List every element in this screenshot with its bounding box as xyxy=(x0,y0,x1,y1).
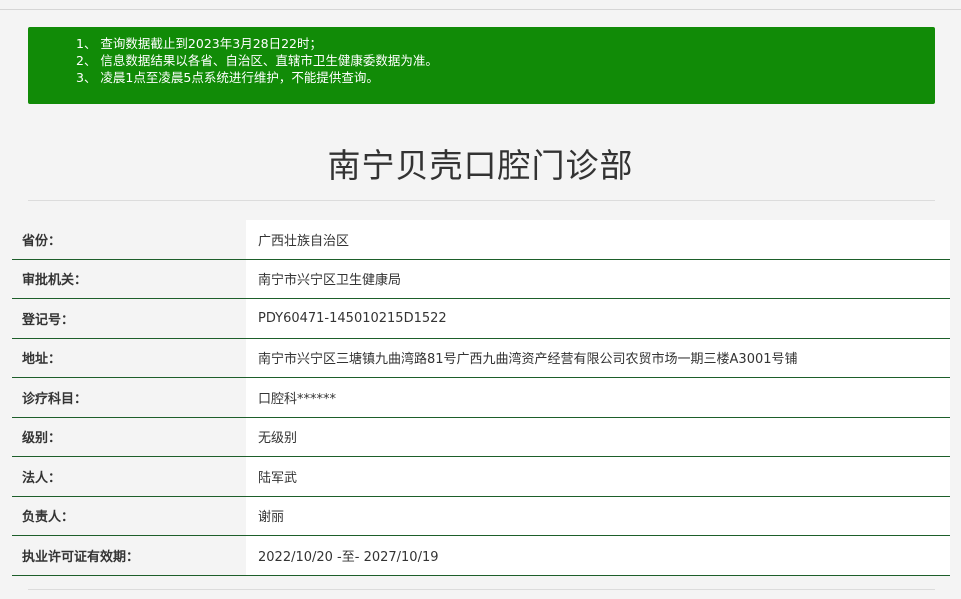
table-row-province: 省份： 广西壮族自治区 xyxy=(12,220,950,260)
row-value: PDY60471-145010215D1522 xyxy=(246,299,950,338)
row-label: 执业许可证有效期： xyxy=(12,536,246,575)
top-divider xyxy=(0,9,961,10)
notice-line-3: 3、 凌晨1点至凌晨5点系统进行维护，不能提供查询。 xyxy=(76,70,379,85)
row-label: 登记号： xyxy=(12,299,246,338)
notice-line-2: 2、 信息数据结果以各省、自治区、直辖市卫生健康委数据为准。 xyxy=(76,53,438,68)
row-value: 南宁市兴宁区卫生健康局 xyxy=(246,259,950,298)
row-value: 广西壮族自治区 xyxy=(246,220,950,259)
row-label: 地址： xyxy=(12,338,246,377)
info-table: 省份： 广西壮族自治区 审批机关： 南宁市兴宁区卫生健康局 登记号： PDY60… xyxy=(12,220,950,576)
table-row-departments: 诊疗科目： 口腔科****** xyxy=(12,378,950,418)
bottom-divider xyxy=(28,589,935,590)
table-row-address: 地址： 南宁市兴宁区三塘镇九曲湾路81号广西九曲湾资产经营有限公司农贸市场一期三… xyxy=(12,338,950,378)
row-value: 陆军武 xyxy=(246,457,950,496)
row-label: 诊疗科目： xyxy=(12,378,246,417)
row-label: 级别： xyxy=(12,417,246,456)
row-label: 省份： xyxy=(12,220,246,259)
table-row-level: 级别： 无级别 xyxy=(12,417,950,457)
notice-line-1: 1、 查询数据截止到2023年3月28日22时； xyxy=(76,36,323,51)
row-label: 法人： xyxy=(12,457,246,496)
row-value: 谢丽 xyxy=(246,496,950,535)
row-value: 2022/10/20 -至- 2027/10/19 xyxy=(246,536,950,575)
row-value: 口腔科****** xyxy=(246,378,950,417)
table-row-person-in-charge: 负责人： 谢丽 xyxy=(12,496,950,536)
row-value: 南宁市兴宁区三塘镇九曲湾路81号广西九曲湾资产经营有限公司农贸市场一期三楼A30… xyxy=(246,338,950,377)
row-label: 审批机关： xyxy=(12,259,246,298)
table-row-approval-authority: 审批机关： 南宁市兴宁区卫生健康局 xyxy=(12,259,950,299)
table-row-registration-number: 登记号： PDY60471-145010215D1522 xyxy=(12,299,950,339)
row-value: 无级别 xyxy=(246,417,950,456)
row-label: 负责人： xyxy=(12,496,246,535)
page-title: 南宁贝壳口腔门诊部 xyxy=(327,146,634,185)
title-divider xyxy=(28,200,935,201)
table-row-legal-person: 法人： 陆军武 xyxy=(12,457,950,497)
table-row-license-validity: 执业许可证有效期： 2022/10/20 -至- 2027/10/19 xyxy=(12,536,950,576)
notice-banner: 1、 查询数据截止到2023年3月28日22时； 2、 信息数据结果以各省、自治… xyxy=(28,27,935,104)
